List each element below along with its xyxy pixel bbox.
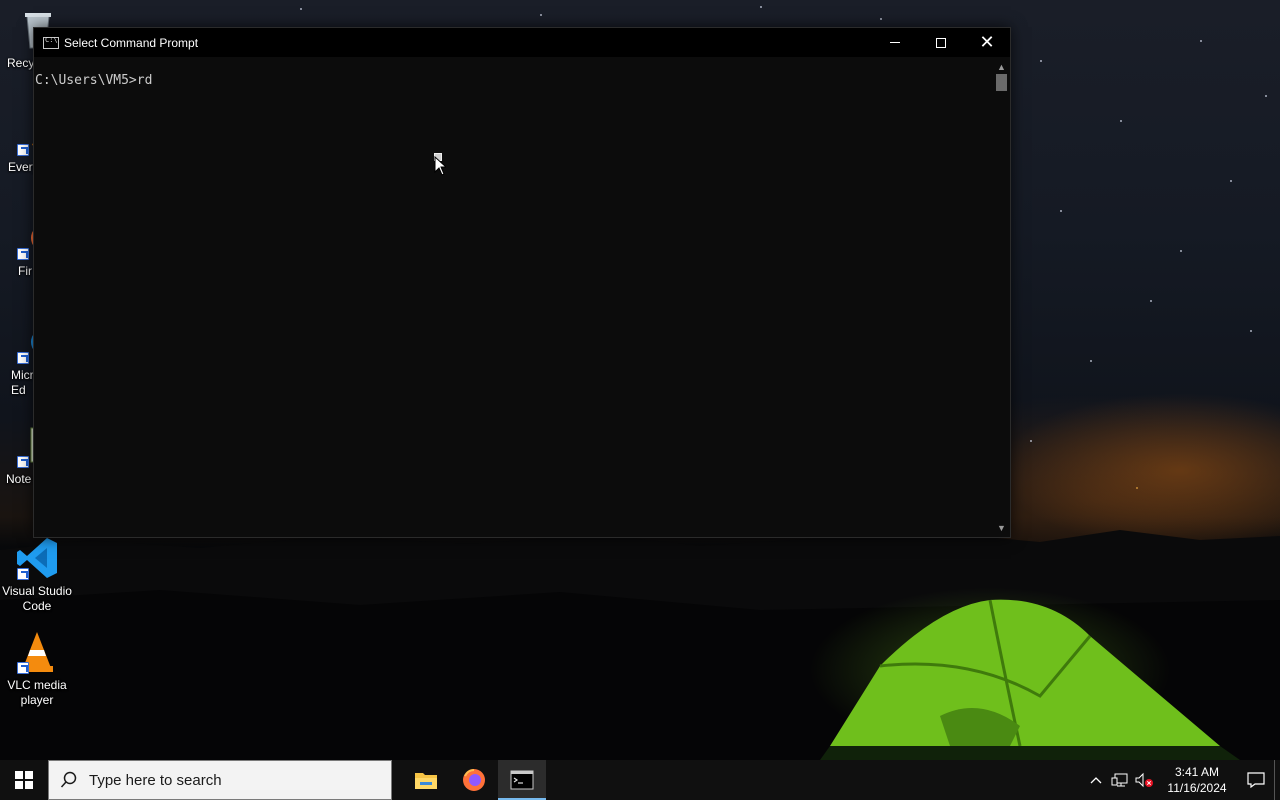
taskbar-firefox[interactable]: [450, 760, 498, 800]
search-icon: [49, 771, 89, 789]
clock-time: 3:41 AM: [1174, 765, 1220, 779]
desktop-icon-vscode[interactable]: Visual Studio Code: [0, 536, 74, 614]
shortcut-arrow-icon: [17, 248, 29, 260]
maximize-button[interactable]: [918, 28, 964, 57]
command-prompt-icon: [510, 770, 534, 790]
notification-icon: [1247, 772, 1265, 788]
console-output[interactable]: C:\Users\VM5>rd: [34, 57, 993, 537]
show-hidden-icons-chevron-up-icon[interactable]: [1084, 760, 1108, 800]
shortcut-arrow-icon: [17, 568, 29, 580]
scroll-thumb[interactable]: [996, 74, 1007, 91]
command-prompt-icon: [43, 36, 59, 49]
desktop-icon-vlc[interactable]: VLC media player: [0, 630, 74, 708]
shortcut-arrow-icon: [17, 144, 29, 156]
clock-date: 11/16/2024: [1167, 781, 1227, 795]
taskbar-clock[interactable]: 3:41 AM 11/16/2024: [1162, 764, 1232, 796]
scroll-down-icon[interactable]: ▼: [993, 521, 1010, 535]
console-line: C:\Users\VM5>rd: [35, 73, 153, 88]
window-title: Select Command Prompt: [64, 35, 199, 50]
taskbar-file-explorer[interactable]: [402, 760, 450, 800]
minimize-button[interactable]: [872, 28, 918, 57]
volume-muted-icon[interactable]: [1132, 760, 1156, 800]
windows-logo-icon: [15, 771, 33, 789]
vlc-icon: [15, 630, 59, 674]
maximize-icon: [936, 37, 946, 48]
taskbar-command-prompt[interactable]: [498, 760, 546, 800]
desktop-icon-label: VLC media player: [7, 678, 67, 707]
tent-image: [820, 599, 1240, 760]
vertical-scrollbar[interactable]: ▲ ▼: [993, 57, 1010, 537]
minimize-icon: [890, 42, 900, 43]
network-icon[interactable]: [1108, 760, 1132, 800]
shortcut-arrow-icon: [17, 662, 29, 674]
window-titlebar[interactable]: Select Command Prompt ✕: [34, 28, 1010, 57]
start-button[interactable]: [0, 760, 48, 800]
taskbar-search-box[interactable]: Type here to search: [48, 760, 392, 800]
scroll-up-icon[interactable]: ▲: [993, 60, 1010, 74]
file-explorer-icon: [415, 773, 437, 789]
action-center-button[interactable]: [1238, 760, 1274, 800]
mouse-pointer-icon: [434, 156, 446, 176]
show-desktop-button[interactable]: [1274, 760, 1280, 800]
system-tray: 3:41 AM 11/16/2024: [1084, 760, 1280, 800]
vscode-icon: [15, 536, 59, 580]
close-icon: ✕: [979, 32, 995, 53]
taskbar: Type here to search 3:41 AM 11/16/2024: [0, 760, 1280, 800]
firefox-icon: [463, 769, 485, 791]
close-button[interactable]: ✕: [964, 28, 1010, 57]
search-placeholder: Type here to search: [89, 771, 222, 789]
desktop-icon-label: Visual Studio Code: [2, 584, 72, 613]
shortcut-arrow-icon: [17, 456, 29, 468]
shortcut-arrow-icon: [17, 352, 29, 364]
command-prompt-window[interactable]: Select Command Prompt ✕ C:\Users\VM5>rd …: [33, 27, 1011, 538]
